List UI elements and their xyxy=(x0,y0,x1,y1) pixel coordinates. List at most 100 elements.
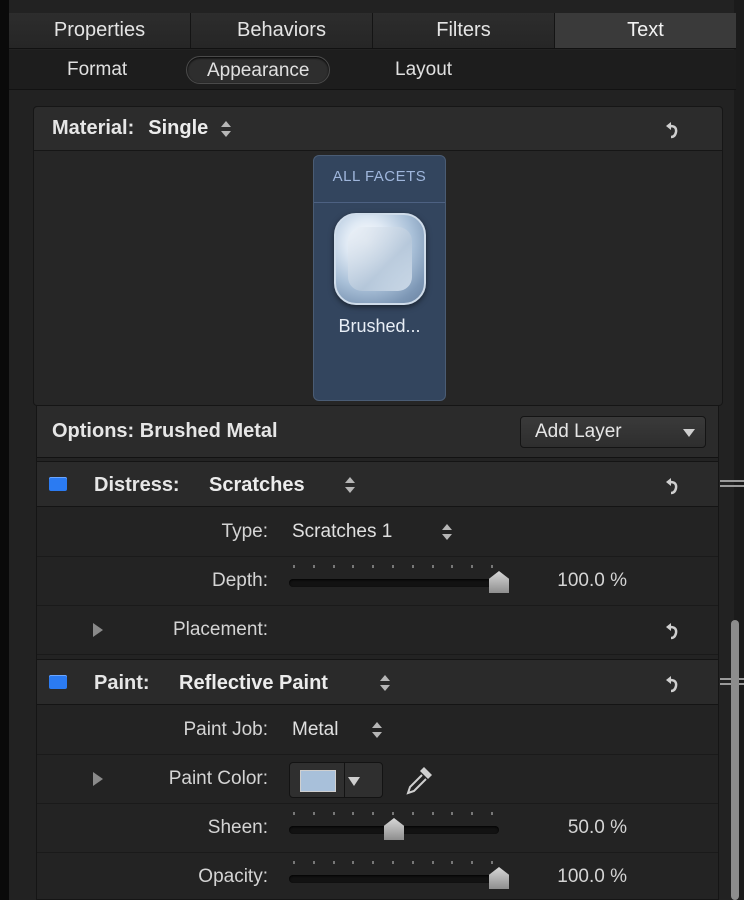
type-stepper-icon[interactable] xyxy=(441,522,453,542)
slider-tick xyxy=(352,861,355,864)
slider-tick xyxy=(312,861,315,864)
slider-tick xyxy=(471,812,474,815)
depth-value[interactable]: 100.0 % xyxy=(507,570,627,592)
type-value[interactable]: Scratches 1 xyxy=(292,521,392,543)
slider-tick xyxy=(352,812,355,815)
material-value[interactable]: Single xyxy=(148,117,208,140)
distress-depth-row: Depth: 100.0 % xyxy=(37,557,718,606)
slider-tick xyxy=(293,861,295,864)
tab-text[interactable]: Text xyxy=(555,13,736,48)
slider-tick xyxy=(490,812,493,815)
distress-placement-row[interactable]: Placement: xyxy=(37,606,718,655)
slider-tick xyxy=(293,812,295,815)
distress-enable-checkbox[interactable] xyxy=(49,477,67,491)
slider-tick xyxy=(451,565,454,568)
paint-color-disclosure-icon[interactable] xyxy=(93,772,103,786)
tab-behaviors[interactable]: Behaviors xyxy=(191,13,373,48)
depth-slider[interactable] xyxy=(289,579,499,587)
opacity-row: Opacity: 100.0 % xyxy=(37,853,718,900)
tab-filters[interactable]: Filters xyxy=(373,13,555,48)
paint-job-value[interactable]: Metal xyxy=(292,719,338,741)
sheen-slider-thumb[interactable] xyxy=(384,818,404,840)
slider-tick xyxy=(471,861,474,864)
subtab-format[interactable]: Format xyxy=(47,56,147,84)
inspector-tabbar: Properties Behaviors Filters Text xyxy=(9,13,736,49)
slider-tick xyxy=(312,565,315,568)
slider-tick xyxy=(391,565,394,568)
reset-icon[interactable] xyxy=(660,619,682,641)
slider-tick xyxy=(451,812,454,815)
reset-icon[interactable] xyxy=(660,118,682,140)
distress-value[interactable]: Scratches xyxy=(209,474,305,497)
opacity-slider-thumb[interactable] xyxy=(489,867,509,889)
opacity-value[interactable]: 100.0 % xyxy=(507,866,627,888)
sheen-row: Sheen: 50.0 % xyxy=(37,804,718,853)
paint-stepper-icon[interactable] xyxy=(379,673,391,693)
paint-job-row: Paint Job: Metal xyxy=(37,706,718,755)
paint-color-well[interactable] xyxy=(289,762,383,798)
reset-icon[interactable] xyxy=(660,474,682,496)
paint-job-label: Paint Job: xyxy=(183,719,269,740)
reset-icon[interactable] xyxy=(660,672,682,694)
opacity-ticks xyxy=(293,861,493,867)
text-subtabbar: Format Appearance Layout xyxy=(9,50,736,90)
facet-divider xyxy=(314,202,445,203)
facet-card-all-facets[interactable]: ALL FACETS Brushed... xyxy=(313,155,446,401)
sheen-value[interactable]: 50.0 % xyxy=(507,817,627,839)
distress-stepper-icon[interactable] xyxy=(344,475,356,495)
slider-tick xyxy=(372,861,375,864)
slider-tick xyxy=(332,565,335,568)
facet-material-name: Brushed... xyxy=(338,316,421,336)
paint-color-label: Paint Color: xyxy=(168,768,268,789)
slider-tick xyxy=(372,812,375,815)
swatch-highlight xyxy=(348,227,412,291)
sheen-ticks xyxy=(293,812,493,818)
placement-disclosure-icon[interactable] xyxy=(93,623,103,637)
slider-tick xyxy=(312,812,315,815)
material-header: Material: Single xyxy=(34,107,722,151)
add-layer-label: Add Layer xyxy=(535,421,622,442)
material-label: Material: xyxy=(52,117,135,139)
slider-tick xyxy=(293,565,295,568)
slider-tick xyxy=(431,861,434,864)
paint-color-swatch[interactable] xyxy=(300,770,336,792)
slider-tick xyxy=(411,861,414,864)
options-panel: Options: Brushed Metal Add Layer Distres… xyxy=(36,405,719,900)
subtab-appearance[interactable]: Appearance xyxy=(186,56,331,84)
subtab-layout[interactable]: Layout xyxy=(375,56,472,84)
chevron-down-icon[interactable] xyxy=(348,777,360,786)
chevron-down-icon xyxy=(683,429,695,437)
add-layer-button[interactable]: Add Layer xyxy=(520,416,706,448)
distress-header: Distress: Scratches xyxy=(37,461,718,507)
slider-tick xyxy=(411,812,414,815)
material-stepper-icon[interactable] xyxy=(220,119,232,139)
options-title: Options: Brushed Metal xyxy=(52,420,278,442)
drag-handle-icon[interactable] xyxy=(720,480,744,490)
paint-color-row: Paint Color: xyxy=(37,755,718,804)
placement-label: Placement: xyxy=(172,619,268,640)
tab-properties[interactable]: Properties xyxy=(9,13,191,48)
slider-tick xyxy=(431,812,434,815)
opacity-slider[interactable] xyxy=(289,875,499,883)
material-swatch[interactable] xyxy=(334,213,426,305)
facet-label: ALL FACETS xyxy=(332,168,427,185)
material-panel: Material: Single ALL FACETS Brushed... xyxy=(33,106,723,406)
paint-label: Paint: xyxy=(94,672,150,694)
depth-slider-thumb[interactable] xyxy=(489,571,509,593)
depth-label: Depth: xyxy=(212,570,268,591)
paint-header: Paint: Reflective Paint xyxy=(37,659,718,705)
scrollbar[interactable] xyxy=(731,620,739,900)
distress-type-row: Type: Scratches 1 xyxy=(37,508,718,557)
eyedropper-icon[interactable] xyxy=(402,763,436,797)
options-header: Options: Brushed Metal Add Layer xyxy=(37,406,718,458)
paint-value[interactable]: Reflective Paint xyxy=(179,672,328,695)
slider-tick xyxy=(490,565,493,568)
slider-tick xyxy=(391,861,394,864)
sheen-label: Sheen: xyxy=(207,817,268,838)
slider-tick xyxy=(431,565,434,568)
left-border xyxy=(0,0,9,900)
slider-tick xyxy=(332,861,335,864)
paint-enable-checkbox[interactable] xyxy=(49,675,67,689)
paint-job-stepper-icon[interactable] xyxy=(371,720,383,740)
slider-tick xyxy=(332,812,335,815)
